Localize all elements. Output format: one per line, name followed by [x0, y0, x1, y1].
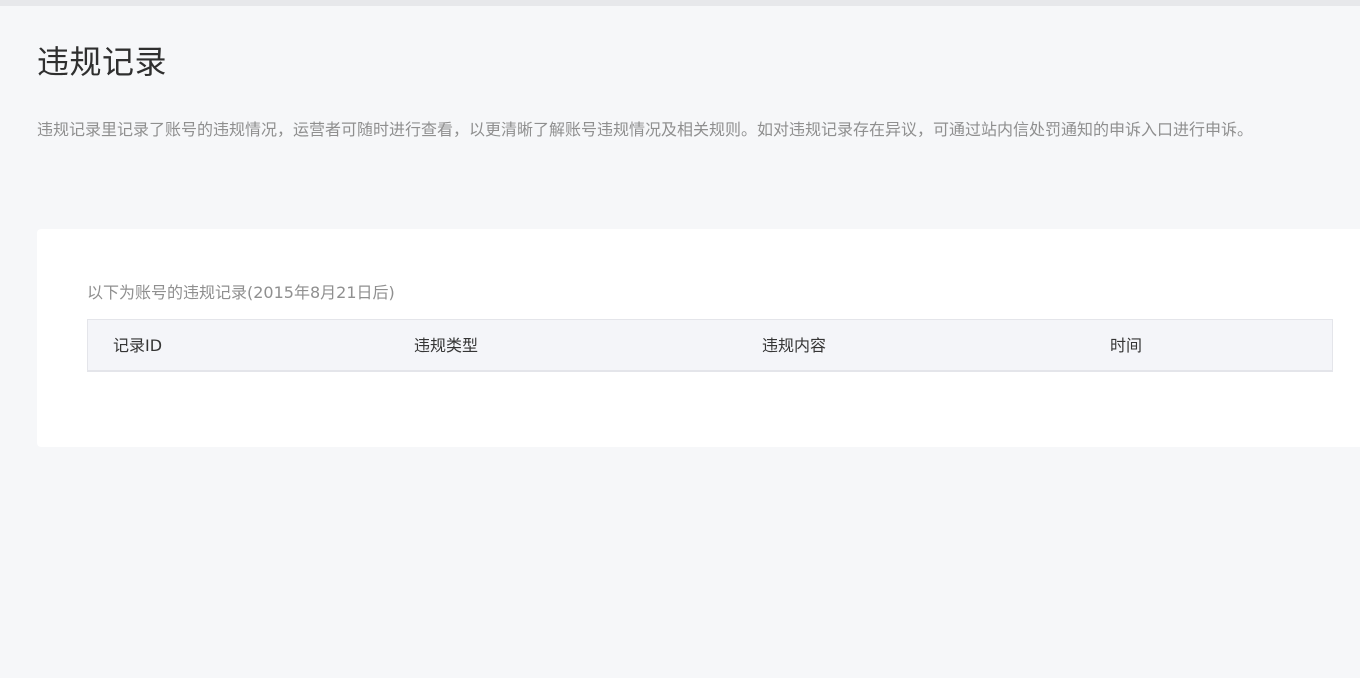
violation-records-table: 记录ID 违规类型 违规内容 时间	[87, 319, 1333, 372]
page-title: 违规记录	[37, 43, 168, 81]
page-description: 违规记录里记录了账号的违规情况，运营者可随时进行查看，以更清晰了解账号违规情况及…	[37, 120, 1254, 139]
column-header-record-id: 记录ID	[113, 336, 163, 355]
violation-records-panel: 以下为账号的违规记录(2015年8月21日后) 记录ID 违规类型 违规内容 时…	[37, 229, 1360, 447]
top-divider	[0, 0, 1360, 6]
column-header-violation-content: 违规内容	[762, 336, 827, 355]
records-caption: 以下为账号的违规记录(2015年8月21日后)	[87, 283, 395, 302]
column-header-time: 时间	[1110, 336, 1143, 355]
column-header-violation-type: 违规类型	[414, 336, 479, 355]
